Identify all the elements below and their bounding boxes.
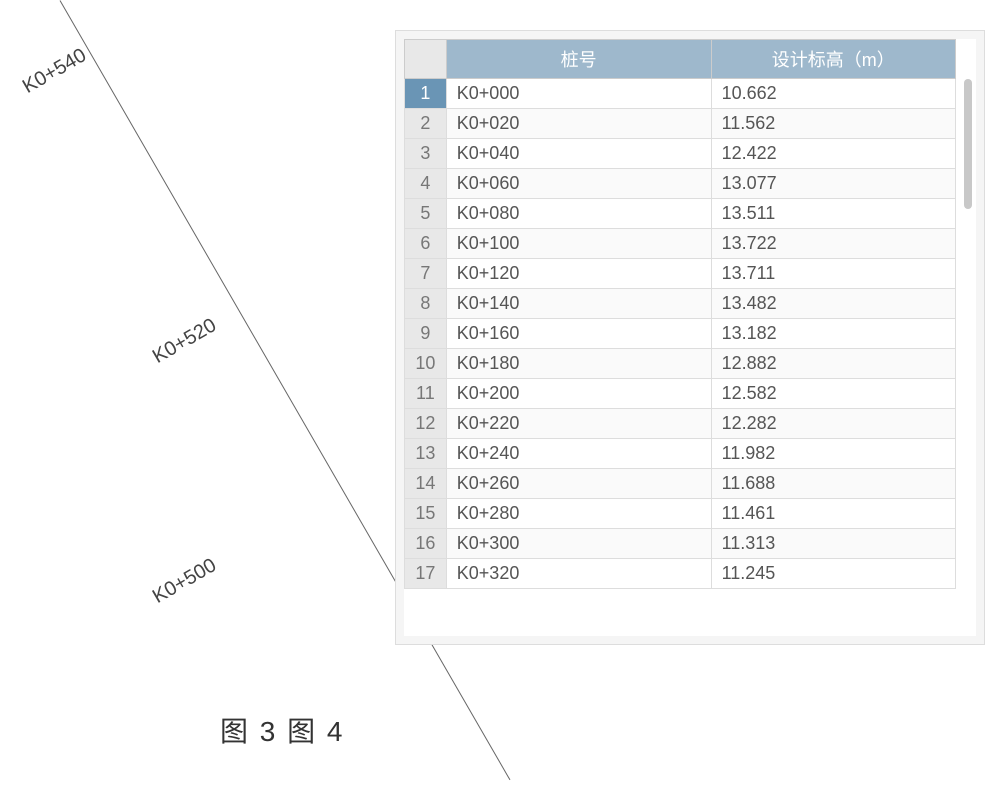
- cell-station[interactable]: K0+300: [446, 529, 711, 559]
- row-number[interactable]: 4: [405, 169, 447, 199]
- figure-caption: 图 3 图 4: [220, 710, 344, 750]
- row-number[interactable]: 17: [405, 559, 447, 589]
- cell-station[interactable]: K0+260: [446, 469, 711, 499]
- cell-elevation[interactable]: 12.582: [711, 379, 955, 409]
- row-number[interactable]: 6: [405, 229, 447, 259]
- table-row[interactable]: 2K0+02011.562: [405, 109, 956, 139]
- table-row[interactable]: 1K0+00010.662: [405, 79, 956, 109]
- cell-elevation[interactable]: 11.982: [711, 439, 955, 469]
- cell-elevation[interactable]: 13.511: [711, 199, 955, 229]
- table-row[interactable]: 8K0+14013.482: [405, 289, 956, 319]
- cell-station[interactable]: K0+140: [446, 289, 711, 319]
- cell-station[interactable]: K0+000: [446, 79, 711, 109]
- cell-station[interactable]: K0+100: [446, 229, 711, 259]
- table-row[interactable]: 12K0+22012.282: [405, 409, 956, 439]
- cell-elevation[interactable]: 12.282: [711, 409, 955, 439]
- row-number[interactable]: 3: [405, 139, 447, 169]
- table-row[interactable]: 6K0+10013.722: [405, 229, 956, 259]
- cell-station[interactable]: K0+040: [446, 139, 711, 169]
- elevation-table-panel: 桩号 设计标高（m） 1K0+00010.6622K0+02011.5623K0…: [395, 30, 985, 645]
- table-row[interactable]: 7K0+12013.711: [405, 259, 956, 289]
- row-number[interactable]: 15: [405, 499, 447, 529]
- table-row[interactable]: 17K0+32011.245: [405, 559, 956, 589]
- table-row[interactable]: 9K0+16013.182: [405, 319, 956, 349]
- header-corner[interactable]: [405, 40, 447, 79]
- row-number[interactable]: 9: [405, 319, 447, 349]
- cell-station[interactable]: K0+200: [446, 379, 711, 409]
- station-label: K0+500: [149, 554, 221, 609]
- row-number[interactable]: 10: [405, 349, 447, 379]
- cell-elevation[interactable]: 13.182: [711, 319, 955, 349]
- cell-station[interactable]: K0+020: [446, 109, 711, 139]
- cell-elevation[interactable]: 13.722: [711, 229, 955, 259]
- header-station[interactable]: 桩号: [446, 40, 711, 79]
- alignment-diagram: K0+540 K0+520 K0+500: [0, 0, 400, 660]
- cell-elevation[interactable]: 12.422: [711, 139, 955, 169]
- table-row[interactable]: 15K0+28011.461: [405, 499, 956, 529]
- cell-station[interactable]: K0+060: [446, 169, 711, 199]
- row-number[interactable]: 16: [405, 529, 447, 559]
- cell-elevation[interactable]: 11.562: [711, 109, 955, 139]
- table-row[interactable]: 16K0+30011.313: [405, 529, 956, 559]
- row-number[interactable]: 8: [405, 289, 447, 319]
- table-row[interactable]: 11K0+20012.582: [405, 379, 956, 409]
- row-number[interactable]: 5: [405, 199, 447, 229]
- table-row[interactable]: 3K0+04012.422: [405, 139, 956, 169]
- row-number[interactable]: 13: [405, 439, 447, 469]
- table-row[interactable]: 13K0+24011.982: [405, 439, 956, 469]
- row-number[interactable]: 1: [405, 79, 447, 109]
- vertical-scrollbar[interactable]: [964, 79, 972, 209]
- cell-station[interactable]: K0+160: [446, 319, 711, 349]
- row-number[interactable]: 11: [405, 379, 447, 409]
- cell-elevation[interactable]: 11.245: [711, 559, 955, 589]
- cell-station[interactable]: K0+180: [446, 349, 711, 379]
- cell-elevation[interactable]: 10.662: [711, 79, 955, 109]
- row-number[interactable]: 14: [405, 469, 447, 499]
- elevation-table[interactable]: 桩号 设计标高（m） 1K0+00010.6622K0+02011.5623K0…: [404, 39, 956, 589]
- station-label: K0+520: [149, 314, 221, 369]
- cell-elevation[interactable]: 13.077: [711, 169, 955, 199]
- header-elevation[interactable]: 设计标高（m）: [711, 40, 955, 79]
- cell-station[interactable]: K0+280: [446, 499, 711, 529]
- cell-station[interactable]: K0+120: [446, 259, 711, 289]
- table-row[interactable]: 14K0+26011.688: [405, 469, 956, 499]
- station-label: K0+540: [19, 44, 91, 99]
- table-row[interactable]: 10K0+18012.882: [405, 349, 956, 379]
- cell-elevation[interactable]: 11.688: [711, 469, 955, 499]
- table-row[interactable]: 5K0+08013.511: [405, 199, 956, 229]
- cell-station[interactable]: K0+320: [446, 559, 711, 589]
- cell-elevation[interactable]: 11.313: [711, 529, 955, 559]
- table-row[interactable]: 4K0+06013.077: [405, 169, 956, 199]
- cell-elevation[interactable]: 13.482: [711, 289, 955, 319]
- cell-station[interactable]: K0+080: [446, 199, 711, 229]
- cell-station[interactable]: K0+240: [446, 439, 711, 469]
- cell-elevation[interactable]: 11.461: [711, 499, 955, 529]
- row-number[interactable]: 7: [405, 259, 447, 289]
- cell-station[interactable]: K0+220: [446, 409, 711, 439]
- row-number[interactable]: 2: [405, 109, 447, 139]
- row-number[interactable]: 12: [405, 409, 447, 439]
- cell-elevation[interactable]: 12.882: [711, 349, 955, 379]
- cell-elevation[interactable]: 13.711: [711, 259, 955, 289]
